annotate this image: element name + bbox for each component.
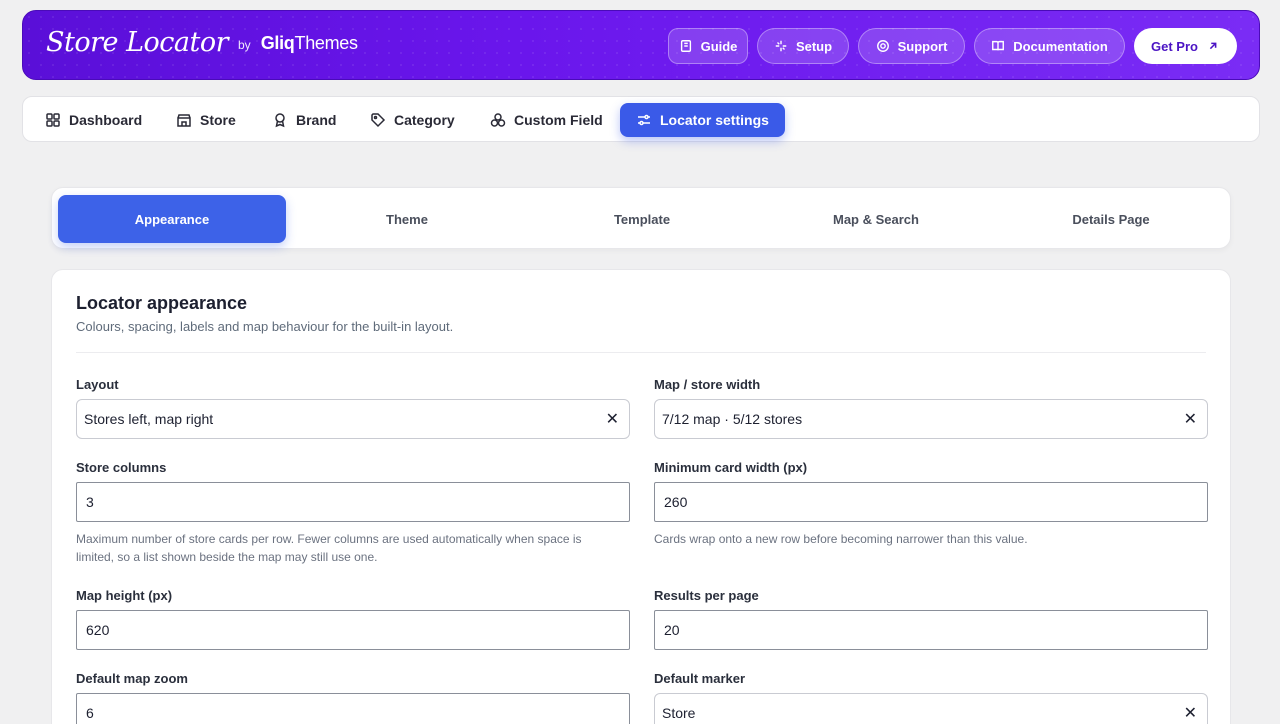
nav-item-custom-field[interactable]: Custom Field: [490, 104, 603, 136]
map-store-width-value: 7/12 map · 5/12 stores: [662, 411, 803, 427]
guide-label: Guide: [700, 38, 738, 54]
layout-label: Layout: [76, 377, 119, 392]
blocks-icon: [490, 113, 506, 127]
layout-value: Stores left, map right: [84, 411, 214, 427]
nav-item-locator-settings[interactable]: Locator settings: [620, 103, 785, 137]
documentation-button[interactable]: Documentation: [974, 28, 1125, 64]
store-columns-input[interactable]: 3: [76, 482, 630, 522]
default-marker-value: Store: [662, 705, 696, 721]
nav-item-category[interactable]: Category: [370, 104, 455, 136]
nav-item-brand[interactable]: Brand: [272, 104, 336, 136]
get-pro-button[interactable]: Get Pro: [1134, 28, 1237, 64]
tab-theme[interactable]: Theme: [293, 195, 521, 243]
arrow-up-right-icon: [1209, 42, 1217, 50]
tab-template[interactable]: Template: [528, 195, 756, 243]
settings-tabs: Appearance Theme Template Map & Search D…: [51, 187, 1231, 249]
clear-icon[interactable]: ✕: [1184, 703, 1197, 723]
nav-item-store[interactable]: Store: [176, 104, 236, 136]
brand-vendor-b: Themes: [294, 33, 359, 53]
nav-label-locator-settings: Locator settings: [660, 112, 769, 128]
store-columns-help-line1: Maximum number of store cards per row. F…: [76, 532, 582, 546]
appearance-card: Locator appearance Colours, spacing, lab…: [51, 269, 1231, 724]
clear-icon[interactable]: ✕: [606, 409, 619, 429]
open-book-icon: [992, 40, 1005, 51]
map-store-width-label: Map / store width: [654, 377, 761, 392]
main-nav: Dashboard Store Brand Category Custom Fi…: [22, 96, 1260, 142]
nav-label-category: Category: [394, 112, 455, 128]
results-per-page-label: Results per page: [654, 588, 759, 603]
award-icon: [275, 113, 285, 128]
support-label: Support: [897, 38, 948, 54]
app-header: Store Locator by Gliq Themes Guide Setup…: [22, 10, 1260, 80]
tab-appearance[interactable]: Appearance: [58, 195, 286, 243]
default-map-zoom-input[interactable]: 6: [76, 693, 630, 724]
min-card-width-help: Cards wrap onto a new row before becomin…: [654, 532, 1028, 546]
brand-vendor-a: Gliq: [260, 33, 295, 53]
section-title: Locator appearance: [76, 293, 248, 313]
store-columns-label: Store columns: [76, 460, 167, 475]
guide-button[interactable]: Guide: [668, 28, 748, 64]
layout-select[interactable]: Stores left, map right ✕: [76, 399, 630, 439]
default-marker-select[interactable]: Store ✕: [654, 693, 1208, 724]
sliders-icon: [638, 114, 650, 126]
default-marker-label: Default marker: [654, 671, 746, 686]
map-height-input[interactable]: 620: [76, 610, 630, 650]
divider: [76, 352, 1206, 353]
brand-logo[interactable]: Store Locator by Gliq Themes: [46, 27, 358, 58]
store-columns-help-line2: limited, so a list shown beside the map …: [76, 550, 378, 564]
nav-label-store: Store: [200, 112, 236, 128]
nav-label-custom-field: Custom Field: [514, 112, 603, 128]
map-height-label: Map height (px): [76, 588, 173, 603]
clear-icon[interactable]: ✕: [1184, 409, 1197, 429]
map-store-width-select[interactable]: 7/12 map · 5/12 stores ✕: [654, 399, 1208, 439]
tab-details-page[interactable]: Details Page: [997, 195, 1225, 243]
brand-by: by: [238, 37, 251, 52]
support-button[interactable]: Support: [858, 28, 965, 64]
nav-item-dashboard[interactable]: Dashboard: [45, 104, 142, 136]
lifebuoy-icon: [876, 40, 889, 52]
sparkle-icon: [775, 40, 787, 52]
book-icon: [680, 40, 691, 52]
min-card-width-label: Minimum card width (px): [654, 460, 808, 475]
tag-icon: [371, 113, 386, 128]
store-columns-help: Maximum number of store cards per row. F…: [76, 530, 636, 566]
nav-label-dashboard: Dashboard: [69, 112, 143, 128]
results-per-page-input[interactable]: 20: [654, 610, 1208, 650]
documentation-label: Documentation: [1013, 38, 1108, 54]
brand-name: Store Locator: [46, 27, 229, 58]
section-subtitle: Colours, spacing, labels and map behavio…: [76, 319, 454, 334]
grid-icon: [46, 113, 60, 127]
min-card-width-input[interactable]: 260: [654, 482, 1208, 522]
setup-label: Setup: [795, 38, 833, 54]
nav-label-brand: Brand: [296, 112, 337, 128]
get-pro-label: Get Pro: [1151, 38, 1198, 54]
setup-button[interactable]: Setup: [757, 28, 849, 64]
tab-map-search[interactable]: Map & Search: [762, 195, 990, 243]
default-map-zoom-label: Default map zoom: [76, 671, 188, 686]
storefront-icon: [177, 114, 191, 127]
